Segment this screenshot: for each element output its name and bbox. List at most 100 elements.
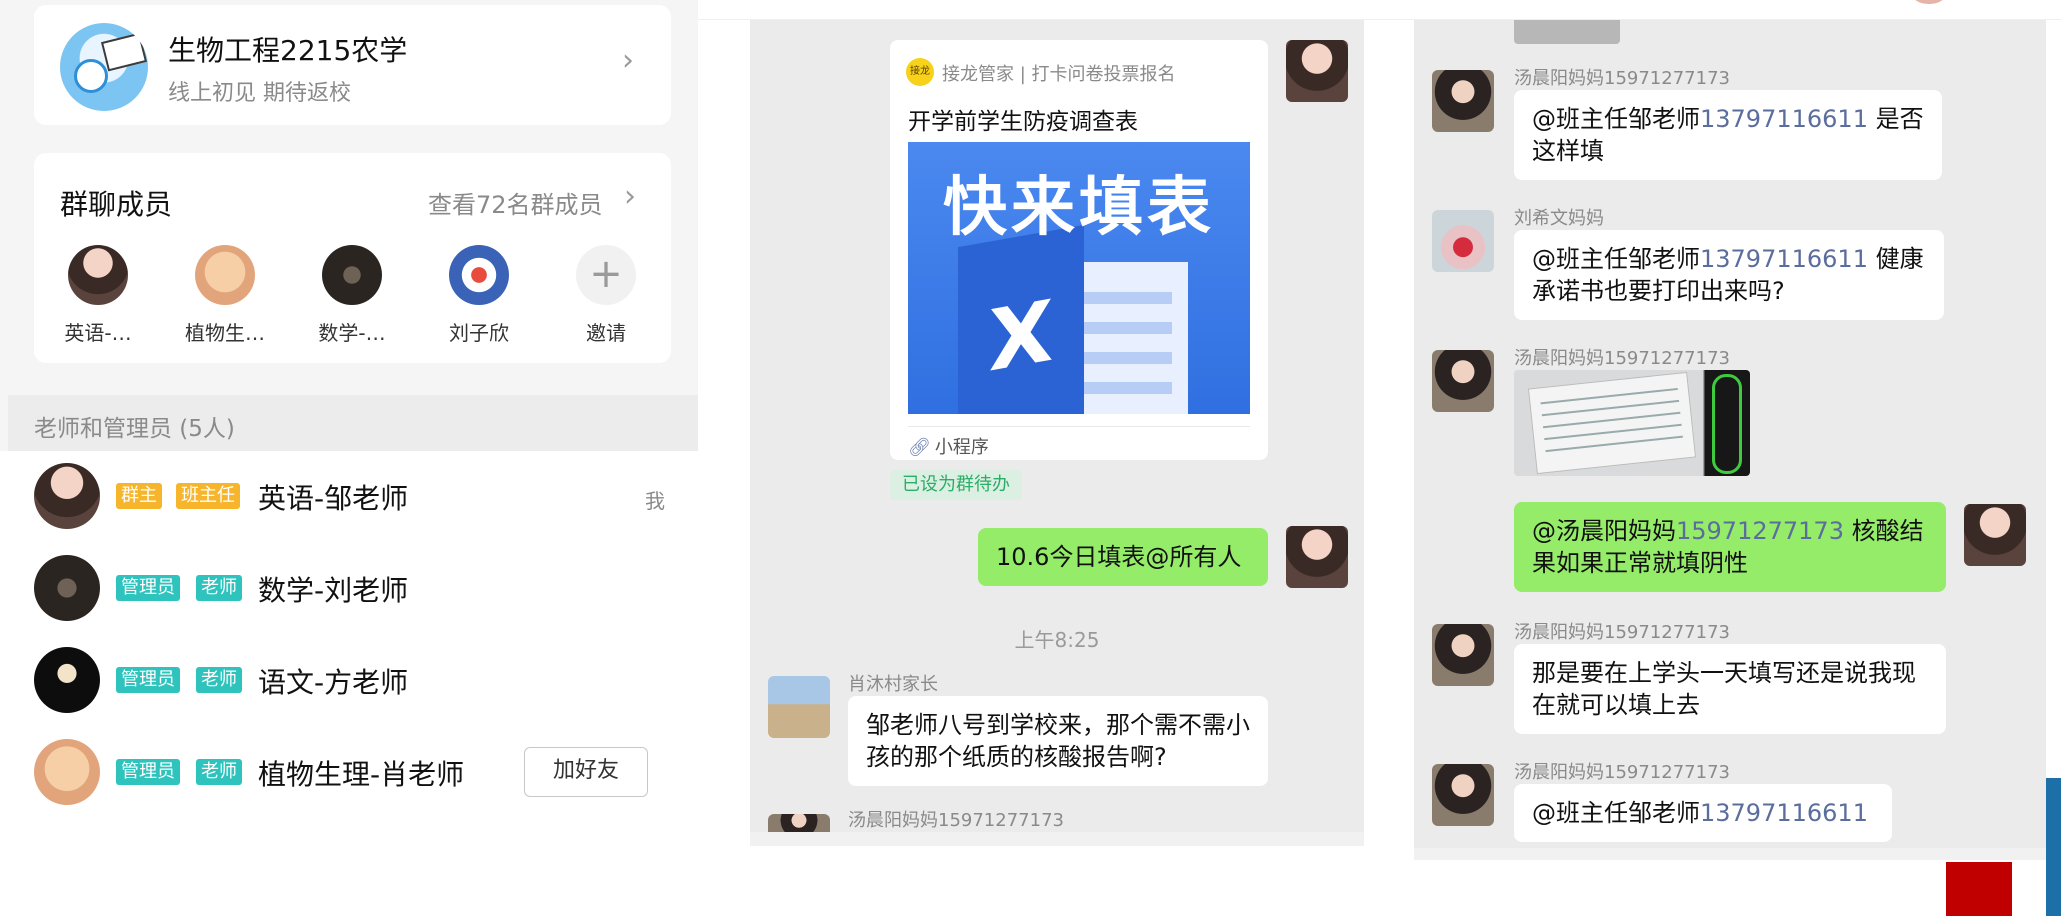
sender-avatar[interactable] — [1286, 40, 1348, 102]
sender-name: 汤晨阳妈妈15971277173 — [848, 810, 1064, 831]
mention-number[interactable]: 13797116611 — [1700, 799, 1868, 827]
link-icon: 🔗︎ — [908, 437, 931, 458]
teacher-row[interactable]: 群主 班主任 英语-邹老师 我 — [0, 451, 698, 543]
timestamp: 上午8:25 — [1014, 628, 1100, 652]
member-avatar — [195, 245, 255, 305]
me-label: 我 — [645, 489, 665, 513]
sender-avatar[interactable] — [1286, 526, 1348, 588]
mini-program-title: 开学前学生防疫调查表 — [908, 109, 1138, 135]
members-card: 群聊成员 查看72名群成员 › 英语-… 植物生… 数学-… 刘子欣 + 邀请 — [34, 153, 671, 363]
bottom-fade — [1414, 848, 2046, 860]
plus-icon: + — [576, 245, 636, 305]
teacher-badge: 老师 — [196, 575, 242, 601]
group-subtitle: 线上初见 期待返校 — [168, 81, 351, 106]
member-name: 数学-… — [318, 321, 386, 345]
member-avatar — [449, 245, 509, 305]
message-prefix: @班主任邹老师 — [1532, 245, 1700, 273]
mini-program-cover: X 快来填表 — [908, 142, 1250, 414]
teachers-list: 群主 班主任 英语-邹老师 我 管理员 老师 数学-刘老师 管理员 老师 语文-… — [0, 451, 698, 840]
sender-avatar[interactable] — [1432, 764, 1494, 826]
message-bubble[interactable]: 邹老师八号到学校来，那个需不需小孩的那个纸质的核酸报告啊? — [848, 696, 1268, 786]
message-bubble[interactable]: @班主任邹老师13797116611 健康承诺书也要打印出来吗? — [1514, 230, 1944, 320]
chevron-right-icon[interactable]: › — [624, 179, 636, 214]
teacher-name: 英语-邹老师 — [258, 482, 409, 515]
sender-avatar[interactable] — [768, 676, 830, 738]
mention-number[interactable]: 13797116611 — [1700, 105, 1868, 133]
group-card[interactable]: 生物工程2215农学 线上初见 期待返校 › — [34, 5, 671, 125]
chat-panel-right: 汤晨阳妈妈15971277173 @班主任邹老师13797116611 是否这样… — [1414, 20, 2046, 860]
mention-number[interactable]: 13797116611 — [1700, 245, 1868, 273]
message-bubble[interactable]: 那是要在上学头一天填写还是说我现在就可以填上去 — [1514, 644, 1946, 734]
add-friend-button[interactable]: 加好友 — [524, 747, 648, 797]
mini-program-card[interactable]: 接龙 接龙管家 | 打卡问卷投票报名 开学前学生防疫调查表 X 快来填表 🔗︎ 小… — [890, 40, 1268, 460]
mini-program-tag-text: 小程序 — [934, 437, 989, 458]
teachers-section-header: 老师和管理员 (5人) — [8, 395, 698, 451]
sender-name: 刘希文妈妈 — [1514, 208, 1604, 229]
form-sheet-graphic — [1527, 371, 1697, 475]
teacher-avatar — [34, 647, 100, 713]
sender-avatar[interactable] — [1964, 504, 2026, 566]
cover-text: 快来填表 — [943, 171, 1215, 245]
owner-badge: 群主 — [116, 483, 162, 509]
health-form-photo[interactable] — [1514, 370, 1750, 476]
teacher-row[interactable]: 管理员 老师 数学-刘老师 — [0, 543, 698, 635]
red-block — [1946, 862, 2012, 916]
group-todo-tag[interactable]: 已设为群待办 — [890, 470, 1022, 500]
teacher-badge: 老师 — [196, 759, 242, 785]
message-prefix: @汤晨阳妈妈 — [1532, 517, 1676, 545]
teacher-row[interactable]: 管理员 老师 语文-方老师 — [0, 635, 698, 727]
sender-name: 汤晨阳妈妈15971277173 — [1514, 622, 1730, 643]
sender-name: 汤晨阳妈妈15971277173 — [1514, 68, 1730, 89]
message-bubble[interactable]: @汤晨阳妈妈15971277173 核酸结果如果正常就填阴性 — [1514, 502, 1946, 592]
group-avatar — [60, 23, 148, 111]
sender-avatar[interactable] — [1432, 70, 1494, 132]
teacher-avatar — [34, 463, 100, 529]
jielong-logo-icon: 接龙 — [906, 58, 934, 86]
admin-badge: 管理员 — [116, 575, 180, 601]
sender-name: 汤晨阳妈妈15971277173 — [1514, 762, 1730, 783]
message-prefix: @班主任邹老师 — [1532, 799, 1700, 827]
view-all-members-link[interactable]: 查看72名群成员 — [428, 185, 603, 220]
member-item[interactable]: 英语-… — [43, 245, 153, 346]
admin-badge: 管理员 — [116, 759, 180, 785]
sender-avatar[interactable] — [768, 814, 830, 832]
screenshot-root: 生物工程2215农学 线上初见 期待返校 › 群聊成员 查看72名群成员 › 英… — [0, 0, 2061, 916]
member-item[interactable]: 数学-… — [297, 245, 407, 346]
member-name: 植物生… — [185, 321, 265, 345]
group-info-panel: 生物工程2215农学 线上初见 期待返校 › 群聊成员 查看72名群成员 › 英… — [0, 0, 698, 840]
group-name: 生物工程2215农学 — [168, 34, 408, 67]
image-thumbnail[interactable] — [1514, 20, 1620, 44]
teacher-name: 数学-刘老师 — [258, 574, 409, 607]
sender-name: 汤晨阳妈妈15971277173 — [1514, 348, 1730, 369]
member-avatar — [68, 245, 128, 305]
mention-number[interactable]: 15971277173 — [1676, 517, 1844, 545]
sender-avatar[interactable] — [1432, 624, 1494, 686]
member-item[interactable]: 植物生… — [170, 245, 280, 346]
teacher-badge: 老师 — [196, 667, 242, 693]
message-bubble[interactable]: @班主任邹老师13797116611 是否这样填 — [1514, 90, 1942, 180]
chat-panel-middle: 接龙 接龙管家 | 打卡问卷投票报名 开学前学生防疫调查表 X 快来填表 🔗︎ 小… — [750, 20, 1364, 846]
mini-program-tag: 🔗︎ 小程序 — [908, 433, 989, 459]
section-title: 老师和管理员 (5人) — [34, 416, 235, 442]
sender-avatar[interactable] — [1432, 210, 1494, 272]
chevron-right-icon: › — [622, 43, 634, 78]
member-name: 刘子欣 — [449, 321, 509, 345]
excel-x-icon: X — [958, 224, 1084, 414]
teacher-name: 植物生理-肖老师 — [258, 758, 465, 791]
teacher-avatar — [34, 739, 100, 805]
member-item[interactable]: 刘子欣 — [424, 245, 534, 346]
bottom-fade — [750, 832, 1364, 846]
message-bubble[interactable]: 10.6今日填表@所有人 — [978, 528, 1268, 586]
admin-badge: 管理员 — [116, 667, 180, 693]
member-avatar — [322, 245, 382, 305]
invite-button[interactable]: + 邀请 — [551, 245, 661, 346]
teacher-row[interactable]: 管理员 老师 植物生理-肖老师 加好友 — [0, 727, 698, 819]
sender-avatar[interactable] — [1432, 350, 1494, 412]
doraemon-face-icon — [74, 59, 108, 93]
sign-graphic — [100, 32, 148, 72]
mini-program-source: 接龙管家 | 打卡问卷投票报名 — [942, 64, 1176, 85]
phone-case-graphic — [1712, 374, 1742, 474]
divider — [908, 426, 1250, 427]
message-bubble[interactable]: @班主任邹老师13797116611 — [1514, 784, 1892, 842]
head-teacher-badge: 班主任 — [176, 483, 240, 509]
